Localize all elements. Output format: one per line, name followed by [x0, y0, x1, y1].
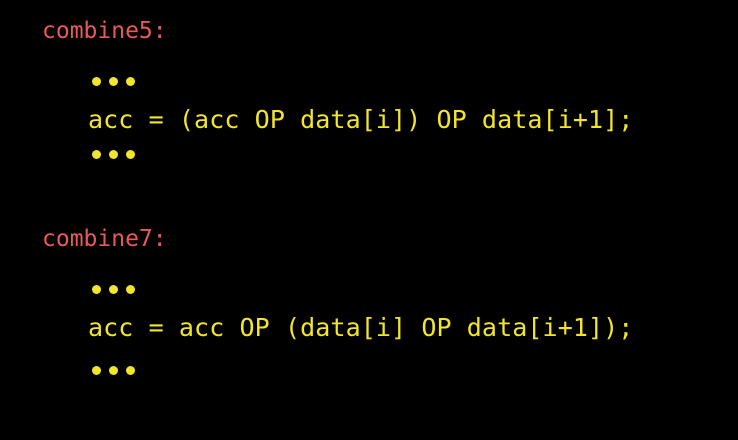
combine5-code-line: acc = (acc OP data[i]) OP data[i+1];	[88, 105, 634, 134]
dot-icon	[109, 77, 118, 86]
dot-icon	[126, 285, 135, 294]
ellipsis-bottom-combine5	[92, 150, 135, 159]
dot-icon	[126, 150, 135, 159]
dot-icon	[109, 150, 118, 159]
combine5-label: combine5:	[42, 18, 167, 44]
ellipsis-bottom-combine7	[92, 366, 135, 375]
dot-icon	[92, 366, 101, 375]
dot-icon	[126, 366, 135, 375]
ellipsis-top-combine5	[92, 77, 135, 86]
dot-icon	[109, 366, 118, 375]
dot-icon	[126, 77, 135, 86]
ellipsis-top-combine7	[92, 285, 135, 294]
combine7-label: combine7:	[42, 226, 167, 252]
dot-icon	[92, 150, 101, 159]
dot-icon	[92, 285, 101, 294]
combine7-code-line: acc = acc OP (data[i] OP data[i+1]);	[88, 313, 634, 342]
dot-icon	[92, 77, 101, 86]
dot-icon	[109, 285, 118, 294]
